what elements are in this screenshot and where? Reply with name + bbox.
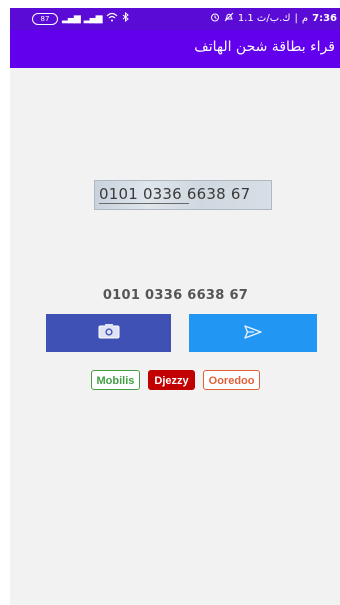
data-speed: 1.1 ك.ب/ث — [237, 13, 291, 24]
bluetooth-icon — [122, 11, 129, 25]
alarm-icon — [210, 12, 220, 25]
operator-selector: Mobilis Djezzy Ooredoo — [10, 370, 340, 390]
clock-time: 7:36 — [312, 13, 337, 24]
scanned-card-text: 0101 0336 6638 67 — [99, 185, 251, 203]
battery-icon: 87 — [32, 12, 58, 25]
status-right: 1.1 ك.ب/ث | م 7:36 — [210, 12, 337, 25]
recognized-number: 0101 0336 6638 67 — [102, 288, 249, 303]
am-pm: م — [301, 13, 309, 24]
status-left: 87 ▂▄▆ ▂▄▆ — [32, 11, 129, 25]
operator-djezzy-button[interactable]: Djezzy — [148, 370, 195, 390]
scan-underline — [99, 203, 189, 204]
status-bar: 87 ▂▄▆ ▂▄▆ 1.1 ك.ب/ث | م 7:36 — [10, 8, 340, 30]
camera-icon — [98, 323, 120, 343]
status-separator: | — [294, 13, 298, 24]
no-notifications-icon — [224, 12, 234, 25]
signal-icon-2: ▂▄▆ — [83, 13, 103, 24]
signal-icon: ▂▄▆ — [62, 13, 81, 24]
camera-button[interactable] — [46, 314, 171, 352]
operator-ooredoo-button[interactable]: Ooredoo — [202, 370, 261, 390]
scanned-card-image: 0101 0336 6638 67 — [94, 180, 272, 210]
wifi-icon — [106, 12, 118, 25]
app-bar: قراء بطاقة شحن الهاتف — [10, 30, 340, 68]
send-button[interactable] — [189, 314, 317, 352]
battery-level: 87 — [40, 14, 50, 23]
send-icon — [244, 324, 262, 343]
page-title: قراء بطاقة شحن الهاتف — [194, 39, 335, 55]
operator-mobilis-button[interactable]: Mobilis — [90, 370, 141, 390]
phone-screen: 87 ▂▄▆ ▂▄▆ 1.1 ك.ب/ث | م 7:36 قراء بطاقة… — [10, 8, 340, 605]
